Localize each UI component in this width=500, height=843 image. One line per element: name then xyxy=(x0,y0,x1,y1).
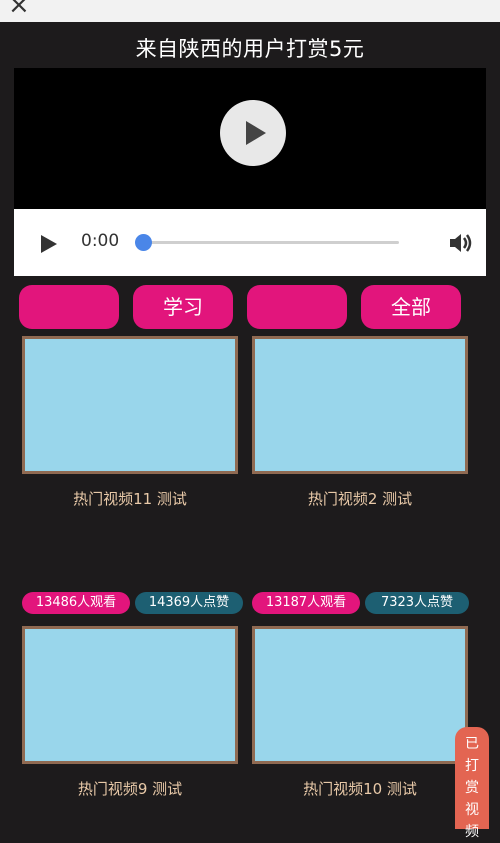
video-title[interactable]: 热门视频2 测试 xyxy=(252,488,468,509)
rewarded-videos-tab[interactable]: 已 打 赏 视 频 xyxy=(455,727,489,840)
video-title[interactable]: 热门视频10 测试 xyxy=(252,778,468,799)
top-bar: × xyxy=(0,0,500,22)
side-tab-char: 已 xyxy=(465,736,479,752)
video-thumbnail[interactable] xyxy=(252,626,468,764)
views-badge: 13486人观看 xyxy=(22,592,130,614)
video-title[interactable]: 热门视频9 测试 xyxy=(22,778,238,799)
video-player[interactable]: 0:00 xyxy=(14,68,486,276)
play-icon[interactable] xyxy=(220,100,286,166)
category-button-3[interactable] xyxy=(247,285,347,329)
category-tabs: 学习 全部 xyxy=(19,285,463,329)
play-button[interactable] xyxy=(41,235,57,253)
close-icon[interactable]: × xyxy=(8,0,30,18)
side-tab-char: 视 xyxy=(465,802,479,818)
volume-icon[interactable] xyxy=(446,229,474,257)
page-title: 来自陕西的用户打赏5元 xyxy=(135,37,365,61)
thumbnail-placeholder xyxy=(25,339,235,471)
side-tab-char: 打 xyxy=(465,758,479,774)
progress-track[interactable] xyxy=(147,241,399,244)
thumbnail-placeholder xyxy=(255,339,465,471)
thumbnail-placeholder xyxy=(25,629,235,761)
video-title[interactable]: 热门视频11 测试 xyxy=(22,488,238,509)
progress-thumb[interactable] xyxy=(135,234,152,251)
side-tab-char: 频 xyxy=(465,824,479,840)
thumbnail-placeholder xyxy=(255,629,465,761)
current-time: 0:00 xyxy=(81,231,120,251)
category-button-1[interactable] xyxy=(19,285,119,329)
category-button-study[interactable]: 学习 xyxy=(133,285,233,329)
player-controls: 0:00 xyxy=(14,209,486,276)
views-badge: 13187人观看 xyxy=(252,592,360,614)
likes-badge: 7323人点赞 xyxy=(365,592,469,614)
category-button-all[interactable]: 全部 xyxy=(361,285,461,329)
video-thumbnail[interactable] xyxy=(22,336,238,474)
likes-badge: 14369人点赞 xyxy=(135,592,243,614)
video-thumbnail[interactable] xyxy=(22,626,238,764)
side-tab-char: 赏 xyxy=(465,780,479,796)
video-thumbnail[interactable] xyxy=(252,336,468,474)
